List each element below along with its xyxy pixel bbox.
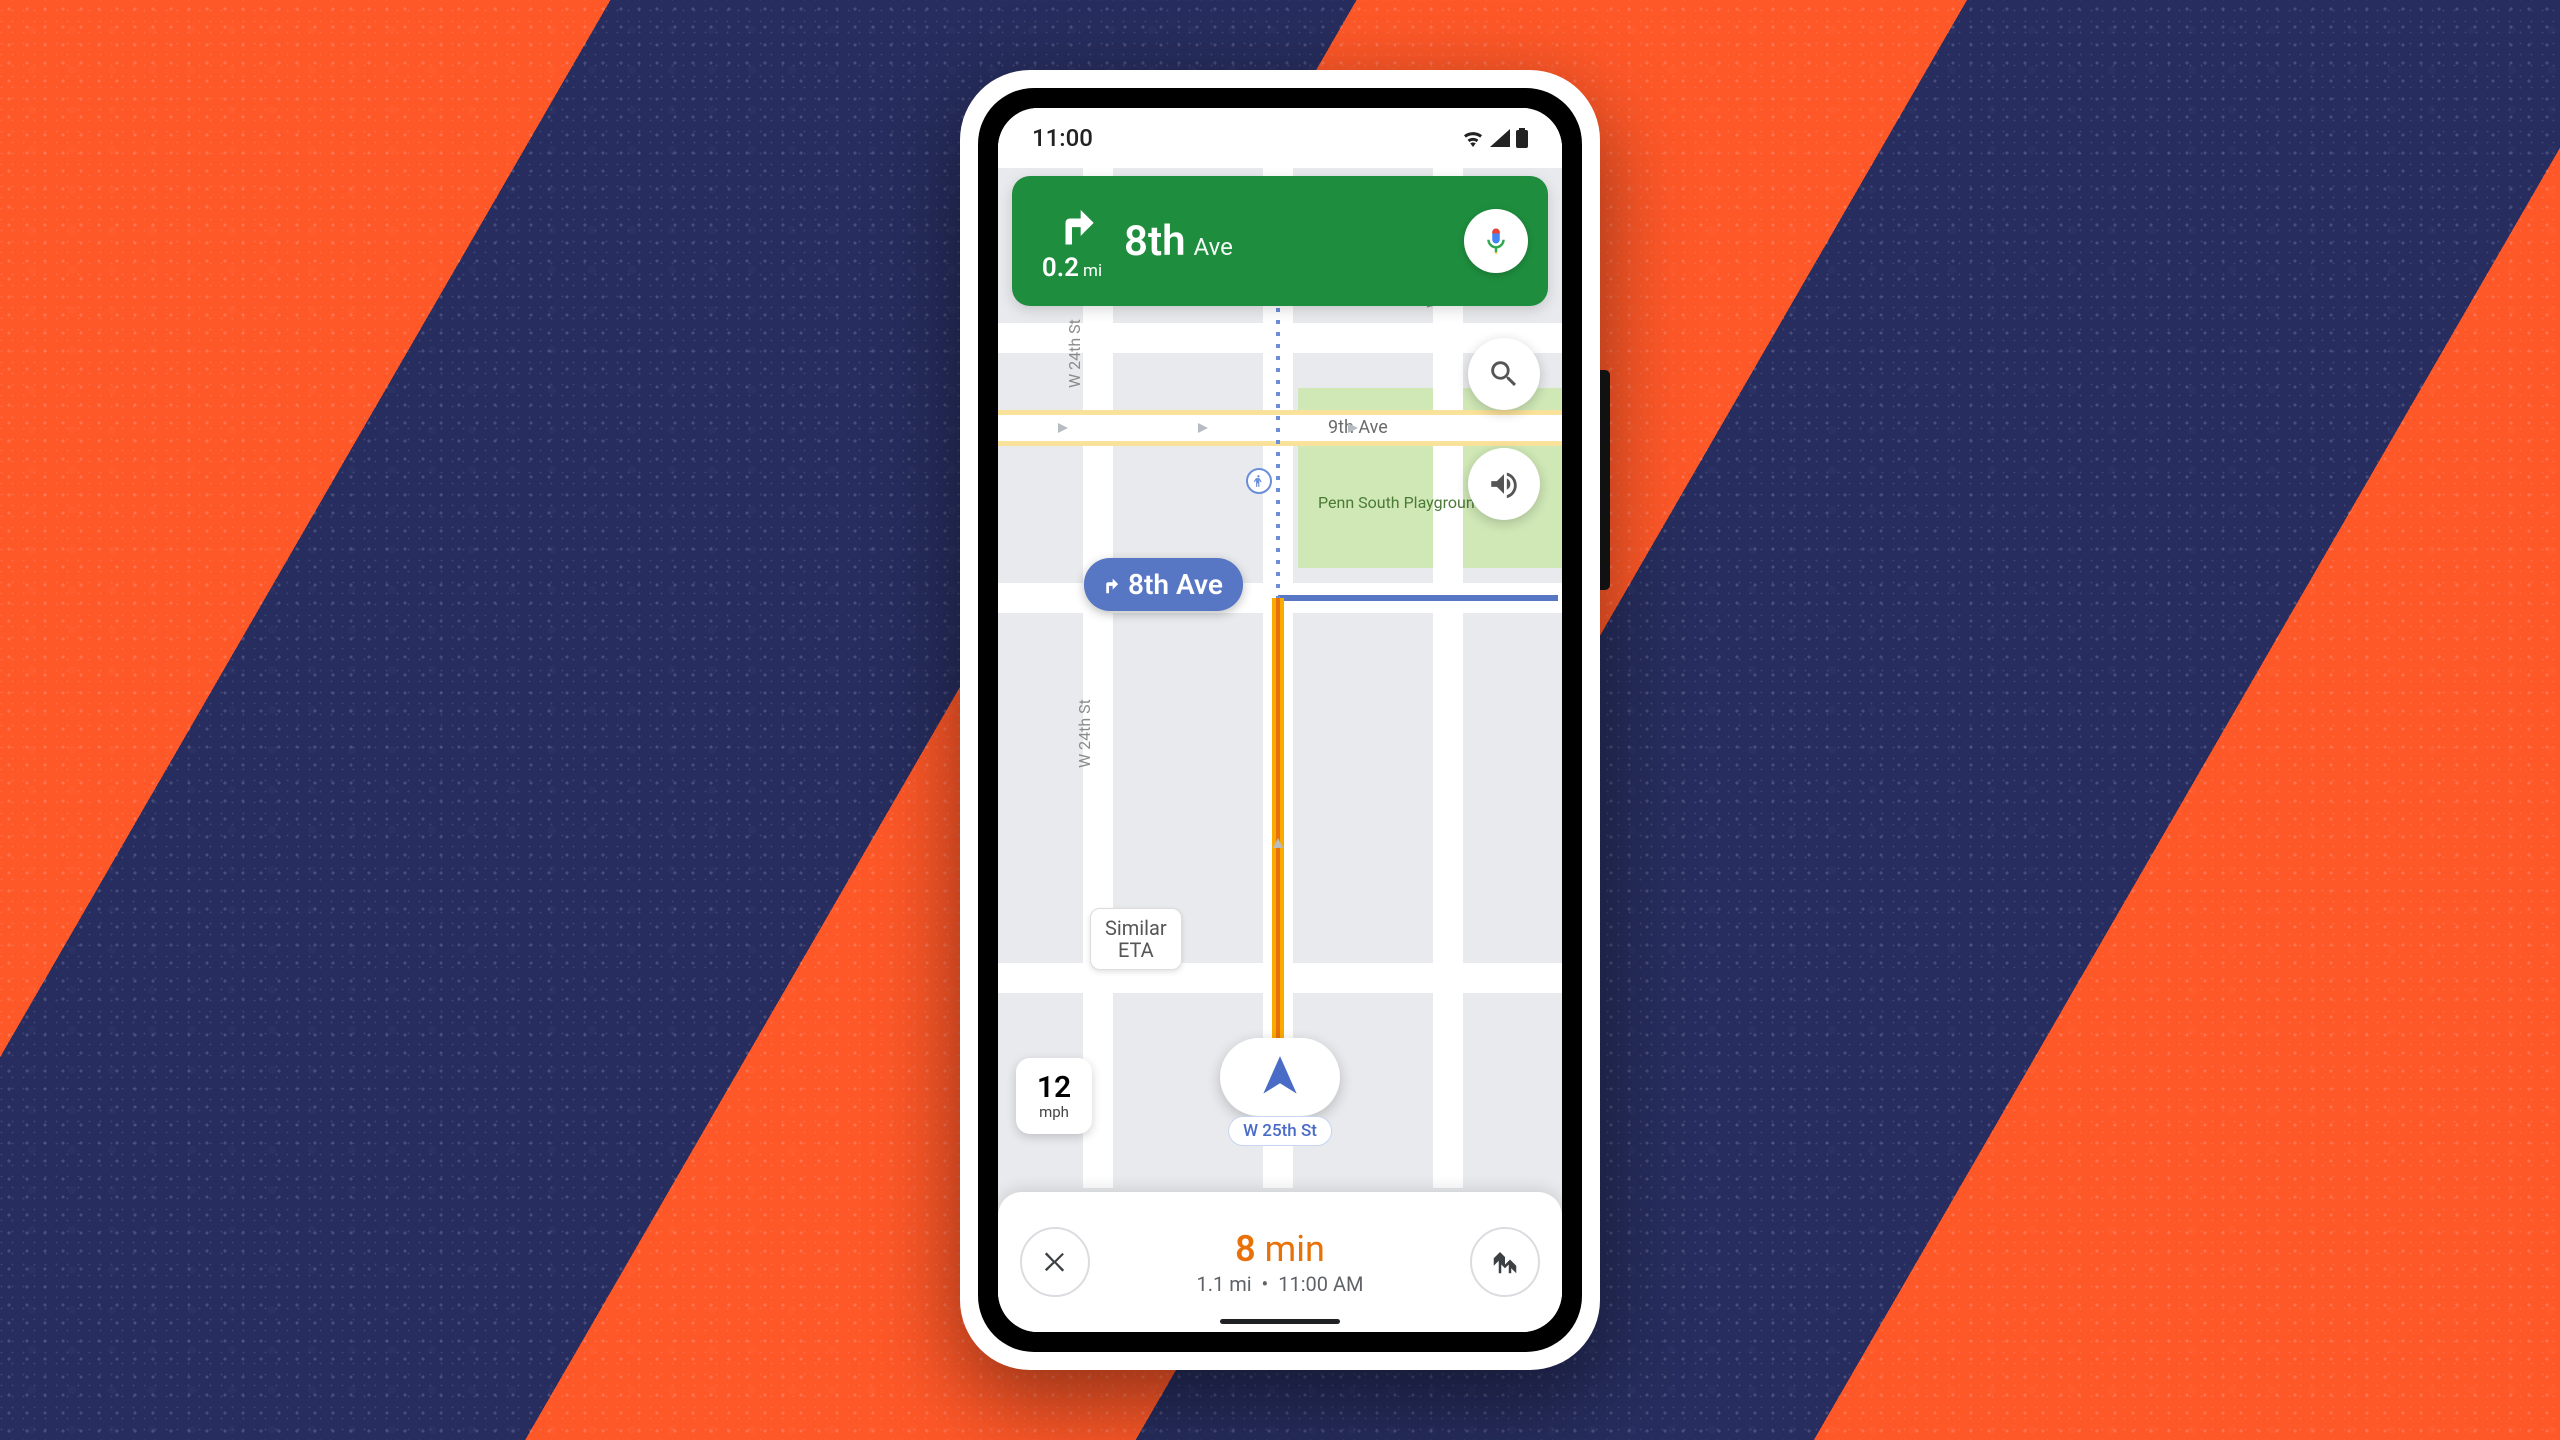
turn-label-text: 8th Ave xyxy=(1128,568,1223,601)
trip-summary: 8 min 1.1 mi • 11:00 AM xyxy=(1197,1228,1364,1296)
sound-button[interactable] xyxy=(1468,448,1540,520)
turn-distance: 0.2 mi xyxy=(1042,253,1102,283)
search-button[interactable] xyxy=(1468,338,1540,410)
status-time: 11:00 xyxy=(1032,124,1093,152)
navigation-arrow-icon xyxy=(1255,1052,1305,1102)
phone-screen: 11:00 xyxy=(998,108,1562,1332)
turn-right-icon xyxy=(1046,199,1098,251)
next-street-main: 8th xyxy=(1124,217,1186,266)
status-bar: 11:00 xyxy=(998,108,1562,168)
turn-label-bubble[interactable]: 8th Ave xyxy=(1084,558,1243,611)
direction-card[interactable]: 0.2 mi 8th Ave xyxy=(1012,176,1548,306)
route-options-icon xyxy=(1490,1247,1520,1277)
sound-icon xyxy=(1487,467,1521,501)
alt-route-eta-line1: Similar xyxy=(1105,917,1167,939)
pedestrian-icon xyxy=(1246,468,1272,494)
voice-search-button[interactable] xyxy=(1464,209,1528,273)
map-label-9th-ave: 9th Ave xyxy=(1328,417,1388,438)
close-icon xyxy=(1040,1247,1070,1277)
signal-icon xyxy=(1490,129,1510,147)
current-street-label: W 25th St xyxy=(1243,1121,1317,1141)
turn-right-icon xyxy=(1098,574,1120,596)
trip-arrival: 11:00 AM xyxy=(1278,1272,1363,1296)
phone-frame: 11:00 xyxy=(960,70,1600,1370)
trip-sep: • xyxy=(1262,1272,1269,1296)
speed-widget: 12 mph xyxy=(1016,1058,1092,1134)
wifi-icon xyxy=(1462,129,1484,147)
current-position-marker xyxy=(1220,1038,1340,1116)
map-label-w24-a: W 24th St xyxy=(1065,319,1084,388)
current-street-chip: W 25th St xyxy=(1228,1116,1332,1146)
close-navigation-button[interactable] xyxy=(1020,1227,1090,1297)
speed-unit: mph xyxy=(1039,1105,1069,1120)
alternate-routes-button[interactable] xyxy=(1470,1227,1540,1297)
trip-subline: 1.1 mi • 11:00 AM xyxy=(1197,1272,1364,1296)
bottom-sheet[interactable]: 8 min 1.1 mi • 11:00 AM xyxy=(998,1192,1562,1332)
trip-eta: 8 min xyxy=(1197,1228,1364,1270)
battery-icon xyxy=(1516,128,1528,148)
trip-distance: 1.1 mi xyxy=(1197,1272,1252,1296)
phone-bezel: 11:00 xyxy=(978,88,1582,1352)
speed-value: 12 xyxy=(1037,1073,1071,1103)
search-icon xyxy=(1487,357,1521,391)
map-poi-label: Penn South Playground xyxy=(1318,493,1484,512)
map-label-w24-b: W 24th St xyxy=(1075,699,1094,768)
next-street: 8th Ave xyxy=(1124,217,1233,266)
status-icons xyxy=(1462,128,1528,148)
microphone-icon xyxy=(1481,226,1511,256)
alt-route-eta-pill[interactable]: Similar ETA xyxy=(1090,908,1182,970)
trip-eta-unit: min xyxy=(1265,1228,1325,1270)
trip-eta-value: 8 xyxy=(1235,1228,1256,1270)
next-street-suffix: Ave xyxy=(1194,233,1233,261)
turn-distance-value: 0.2 xyxy=(1042,253,1079,283)
gesture-handle xyxy=(1220,1319,1340,1324)
alt-route-eta-line2: ETA xyxy=(1105,939,1167,961)
turn-distance-unit: mi xyxy=(1083,261,1102,281)
